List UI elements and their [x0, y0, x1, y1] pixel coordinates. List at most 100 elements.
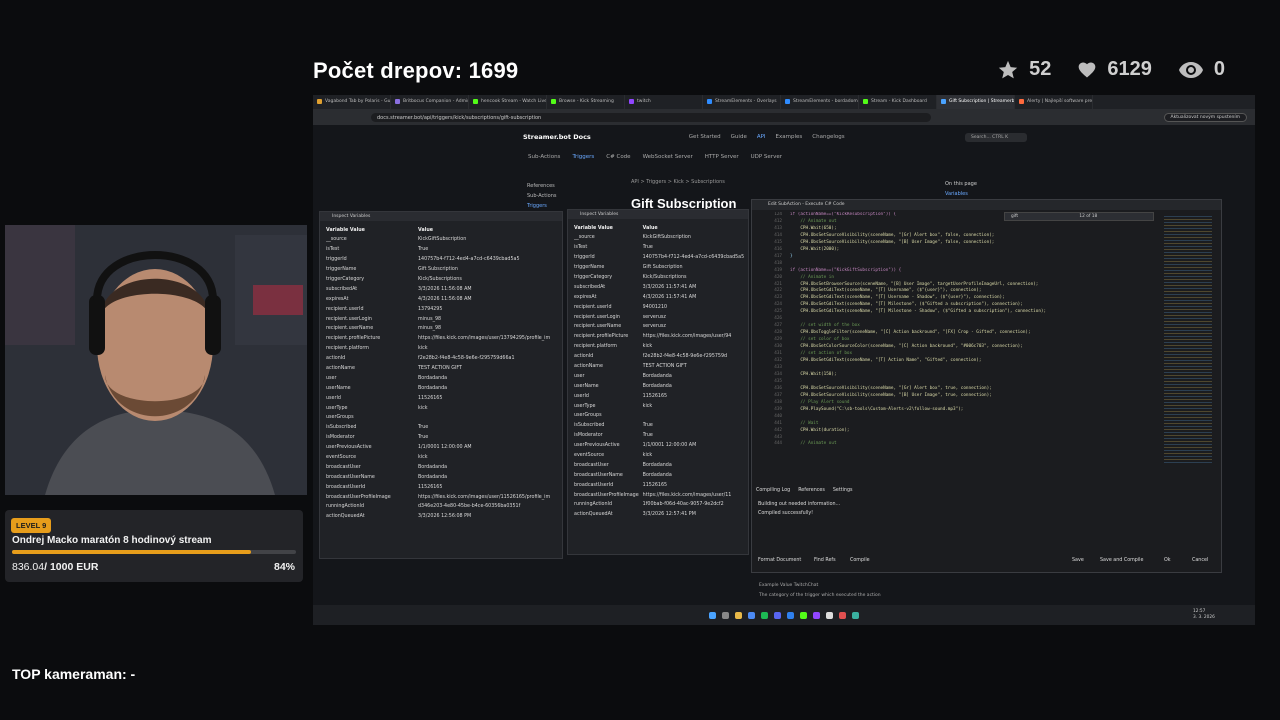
subnav-item[interactable]: C# Code [606, 154, 630, 160]
table-row[interactable]: recipient.userId 13794295 [326, 304, 554, 314]
twitch-icon[interactable] [813, 611, 820, 619]
table-row[interactable]: recipient.profilePicture https://files.ki… [574, 332, 748, 342]
discord-icon[interactable] [774, 611, 781, 619]
table-row[interactable]: eventSource kick [326, 453, 554, 463]
table-row[interactable]: subscribedAt 3/3/2026 11:56:08 AM [326, 284, 554, 294]
table-row[interactable]: broadcastUserId 11526165 [574, 480, 748, 490]
table-row[interactable]: eventSource kick [574, 451, 748, 461]
table-row[interactable]: recipient.userLogin serverusz [574, 312, 748, 322]
docs-logo[interactable]: Streamer.bot Docs [523, 133, 591, 141]
nav-item[interactable]: Examples [776, 134, 803, 140]
table-row[interactable]: runningActionId 1f00bab-f06d-40ac-9057-9e… [574, 500, 748, 510]
toc-link[interactable]: Variables [945, 189, 977, 199]
find-refs-button[interactable]: Find Refs [814, 558, 836, 563]
table-row[interactable]: triggerCategory Kick/Subscriptions [326, 275, 554, 285]
chrome-icon[interactable] [748, 611, 755, 619]
save-button[interactable]: Save [1072, 558, 1084, 563]
subnav-item[interactable]: UDP Server [751, 154, 782, 160]
browser-tab[interactable]: twitch [625, 95, 703, 109]
table-row[interactable]: triggerName Gift Subscription [574, 263, 748, 273]
table-row[interactable]: actionId f2e28b2-f4e8-4c58-9e6e-f295759d6… [326, 354, 554, 364]
table-row[interactable]: userGroups [574, 411, 748, 421]
table-row[interactable]: recipient.platform kick [326, 344, 554, 354]
table-row[interactable]: actionId f2e28b2-f4e8-4c58-9e6e-f295759d [574, 352, 748, 362]
url-input[interactable]: docs.streamer.bot/api/triggers/kick/subs… [371, 112, 931, 122]
table-row[interactable]: subscribedAt 3/3/2026 11:57:41 AM [574, 282, 748, 292]
save-and-compile-button[interactable]: Save and Compile [1100, 558, 1143, 563]
table-row[interactable]: broadcastUserName Bordadanda [574, 470, 748, 480]
compile-button[interactable]: Compile [850, 558, 870, 563]
table-row[interactable]: expiresAt 4/3/2026 11:57:41 AM [574, 292, 748, 302]
table-row[interactable]: userGroups [326, 413, 554, 423]
table-row[interactable]: recipient.platform kick [574, 342, 748, 352]
format-document-button[interactable]: Format Document [758, 558, 801, 563]
table-row[interactable]: __source KickGiftSubscription [326, 235, 554, 245]
table-row[interactable]: broadcastUserProfileImage https://files.k… [326, 492, 554, 502]
table-row[interactable]: triggerId 140757b4-f712-4ed4-a7cd-c6439cb… [326, 255, 554, 265]
search-icon[interactable] [722, 611, 729, 619]
find-input[interactable]: gift 12 of 18 [1004, 212, 1154, 221]
table-row[interactable]: triggerCategory Kick/Subscriptions [574, 273, 748, 283]
browser-tab[interactable]: Alerty | Najlepší software pre [1015, 95, 1093, 109]
system-clock[interactable]: 12:57 3. 3. 2026 [1193, 605, 1215, 625]
table-row[interactable]: userType kick [326, 403, 554, 413]
table-row[interactable]: user Bordadanda [326, 373, 554, 383]
subnav-item[interactable]: HTTP Server [705, 154, 739, 160]
table-row[interactable]: isTest True [326, 245, 554, 255]
table-row[interactable]: triggerName Gift Subscription [326, 265, 554, 275]
table-row[interactable]: isSubscribed True [574, 421, 748, 431]
tab-settings[interactable]: Settings [833, 488, 853, 493]
table-row[interactable]: actionName TEST ACTION GIFT [326, 364, 554, 374]
subnav-item[interactable]: Triggers [572, 154, 594, 160]
app-icon[interactable] [852, 611, 859, 619]
table-row[interactable]: userType kick [574, 401, 748, 411]
table-row[interactable]: isTest True [574, 243, 748, 253]
subnav-item[interactable]: Sub-Actions [528, 154, 560, 160]
browser-tab[interactable]: Stream - Kick Dashboard [859, 95, 937, 109]
sidebar-link[interactable]: Triggers [527, 201, 556, 211]
nav-item[interactable]: Guide [731, 134, 747, 140]
start-icon[interactable] [709, 611, 716, 619]
docs-search-input[interactable]: Search... CTRL K [965, 133, 1027, 142]
kick-icon[interactable] [800, 611, 807, 619]
ok-button[interactable]: Ok [1164, 558, 1171, 563]
browser-tab[interactable]: Browse - Kick Streaming [547, 95, 625, 109]
folder-icon[interactable] [735, 611, 742, 619]
update-browser-button[interactable]: Aktualizovat novým spustením [1163, 112, 1247, 122]
code-area[interactable]: 124 if (actionName==("KickResubscription"… [752, 212, 1152, 480]
table-row[interactable]: userPreviousActive 1/1/0001 12:00:00 AM [574, 441, 748, 451]
table-row[interactable]: broadcastUserProfileImage https://files.k… [574, 490, 748, 500]
nav-item[interactable]: API [757, 134, 766, 140]
sidebar-link[interactable]: Sub-Actions [527, 191, 556, 201]
table-row[interactable]: actionName TEST ACTION GIFT [574, 362, 748, 372]
browser-tab[interactable]: StreamElements - Overlays [703, 95, 781, 109]
table-row[interactable]: recipient.userLogin minus_98 [326, 314, 554, 324]
table-row[interactable]: broadcastUser Bordadanda [574, 460, 748, 470]
browser-tab[interactable]: StreamElements - bordadoma [781, 95, 859, 109]
nav-item[interactable]: Changelogs [812, 134, 844, 140]
table-row[interactable]: triggerId 140757b4-f712-4ed4-a7cd-c6439cb… [574, 253, 748, 263]
browser-tab[interactable]: Gift Subscription | Streamerbo [937, 95, 1015, 109]
table-row[interactable]: actionQueuedAt 3/3/2026 12:56:08 PM [326, 512, 554, 522]
table-row[interactable]: recipient.profilePicture https://files.ki… [326, 334, 554, 344]
table-row[interactable]: userName Bordadanda [574, 381, 748, 391]
table-row[interactable]: user Bordadanda [574, 371, 748, 381]
app-icon[interactable] [839, 611, 846, 619]
tab-compiling-log[interactable]: Compiling Log [756, 488, 790, 493]
table-row[interactable]: __source KickGiftSubscription [574, 233, 748, 243]
browser-tab[interactable]: Vagabond Tab by Polaris - Gui [313, 95, 391, 109]
table-row[interactable]: actionQueuedAt 3/3/2026 12:57:41 PM [574, 510, 748, 520]
browser-tab[interactable]: Britbocus Companion - Admin [391, 95, 469, 109]
subnav-item[interactable]: WebSocket Server [643, 154, 693, 160]
table-row[interactable]: recipient.userName minus_98 [326, 324, 554, 334]
table-row[interactable]: isSubscribed True [326, 423, 554, 433]
table-row[interactable]: broadcastUser Bordadanda [326, 462, 554, 472]
table-row[interactable]: userId 11526165 [574, 391, 748, 401]
table-row[interactable]: expiresAt 4/3/2026 11:56:08 AM [326, 294, 554, 304]
table-row[interactable]: userName Bordadanda [326, 383, 554, 393]
table-row[interactable]: broadcastUserId 11526165 [326, 482, 554, 492]
table-row[interactable]: recipient.userName serverusz [574, 322, 748, 332]
table-row[interactable]: isModerator True [326, 433, 554, 443]
cancel-button[interactable]: Cancel [1192, 558, 1208, 563]
browser-tab[interactable]: hencook Stream - Watch Live [469, 95, 547, 109]
